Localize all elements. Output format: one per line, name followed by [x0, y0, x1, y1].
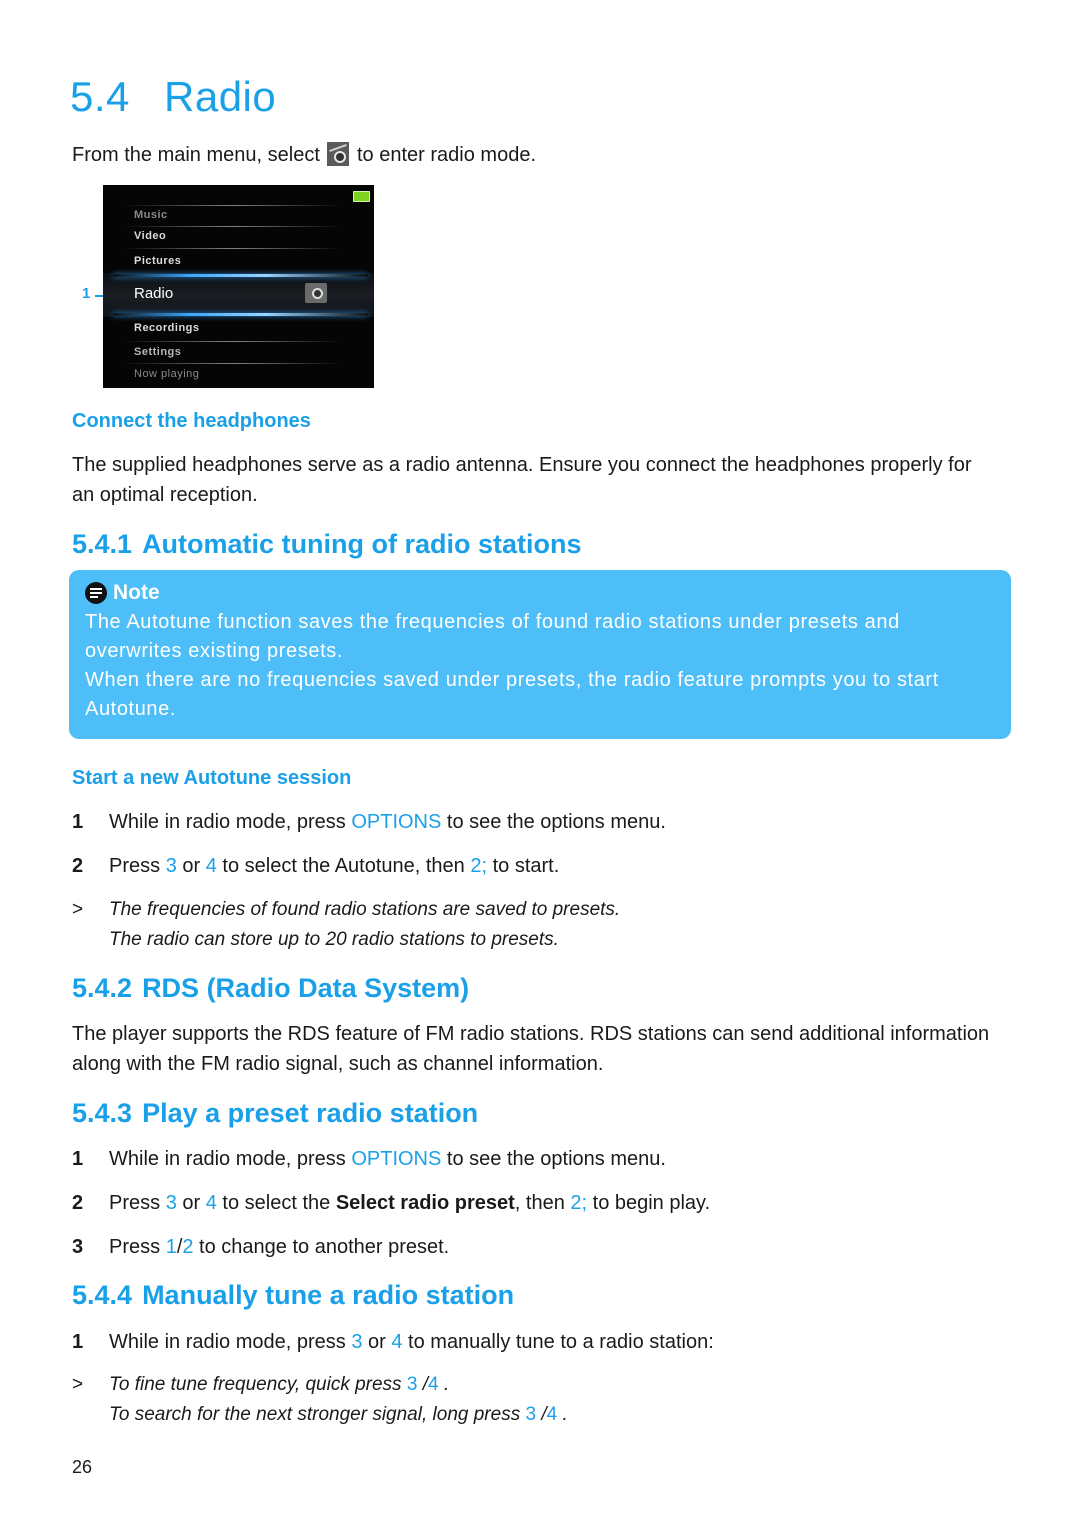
step-item: 1 While in radio mode, press OPTIONS to … — [72, 1144, 972, 1174]
next-key: 2 — [182, 1236, 194, 1258]
down-key: 4 — [205, 855, 217, 877]
step-item: 1 While in radio mode, press OPTIONS to … — [72, 807, 972, 837]
result-marker: > — [72, 1374, 84, 1395]
connect-heading: Connect the headphones — [72, 410, 311, 432]
step-number: 1 — [72, 1148, 84, 1170]
section-number: 5.4.1 — [72, 529, 133, 559]
step-result: > To fine tune frequency, quick press 3 … — [72, 1370, 972, 1430]
menu-option-name: Select radio preset — [335, 1192, 515, 1214]
result-line: The radio can store up to 20 radio stati… — [109, 929, 559, 950]
selection-glow-bottom — [113, 313, 368, 316]
down-key: 4 — [427, 1374, 439, 1395]
radio-icon — [305, 283, 327, 303]
section-number: 5.4.2 — [72, 973, 133, 1003]
menu-item-video[interactable]: Video — [134, 230, 166, 242]
step-text: While in radio mode, press OPTIONS to se… — [109, 1148, 666, 1170]
callout-number: 1 — [82, 285, 91, 302]
radio-icon — [327, 142, 350, 166]
divider — [123, 363, 343, 364]
section-number: 5.4 — [70, 73, 130, 120]
play-key: 2; — [470, 855, 488, 877]
divider — [123, 341, 343, 342]
down-key: 4 — [205, 1192, 217, 1214]
section-title: Play a preset radio station — [142, 1098, 479, 1128]
section-title: RDS (Radio Data System) — [142, 973, 470, 1003]
device-screenshot: Music Video Pictures Radio Recordings Se… — [103, 185, 374, 388]
selection-glow-top — [113, 274, 368, 277]
page-number: 26 — [72, 1457, 93, 1477]
step-number: 3 — [72, 1236, 84, 1258]
note-paragraph-1: The Autotune function saves the frequenc… — [85, 611, 900, 662]
result-line: To fine tune frequency, quick press 3 /4… — [109, 1374, 450, 1395]
menu-item-recordings[interactable]: Recordings — [134, 322, 200, 334]
up-key: 3 — [165, 855, 177, 877]
menu-item-now-playing[interactable]: Now playing — [134, 368, 199, 380]
note-title: Note — [85, 581, 160, 605]
note-title-text: Note — [113, 581, 160, 604]
play-key: 2; — [570, 1192, 588, 1214]
menu-item-settings[interactable]: Settings — [134, 346, 181, 358]
menu-item-radio[interactable]: Radio — [134, 285, 173, 302]
up-key: 3 — [351, 1331, 363, 1353]
divider — [123, 248, 343, 249]
options-key: OPTIONS — [351, 811, 442, 833]
step-text: Press 3 or 4 to select the Select radio … — [109, 1192, 711, 1214]
down-key: 4 — [546, 1404, 558, 1425]
rds-body: The player supports the RDS feature of F… — [72, 1023, 990, 1075]
section-heading-5-4-2: 5.4.2 RDS (Radio Data System) — [72, 975, 469, 1002]
result-marker: > — [72, 899, 84, 920]
section-number: 5.4.4 — [72, 1280, 133, 1310]
intro-after: to enter radio mode. — [357, 144, 536, 166]
intro-before: From the main menu, select — [72, 144, 320, 166]
step-number: 2 — [72, 1192, 84, 1214]
step-text: Press 1/2 to change to another preset. — [109, 1236, 450, 1258]
menu-item-pictures[interactable]: Pictures — [134, 255, 181, 267]
section-heading-5-4-4: 5.4.4 Manually tune a radio station — [72, 1282, 514, 1309]
step-item: 1 While in radio mode, press 3 or 4 to m… — [72, 1327, 972, 1357]
options-key: OPTIONS — [351, 1148, 442, 1170]
battery-icon — [353, 191, 370, 202]
intro-text: From the main menu, select to enter radi… — [72, 140, 536, 170]
step-item: 3 Press 1/2 to change to another preset. — [72, 1232, 972, 1262]
section-title: Radio — [164, 73, 277, 120]
section-title: Manually tune a radio station — [142, 1280, 515, 1310]
up-key: 3 — [525, 1404, 537, 1425]
section-heading-5-4-1: 5.4.1 Automatic tuning of radio stations — [72, 531, 582, 558]
step-text: While in radio mode, press OPTIONS to se… — [109, 811, 666, 833]
page-title: 5.4 Radio — [70, 76, 276, 118]
note-icon — [85, 582, 107, 604]
autotune-subheading: Start a new Autotune session — [72, 767, 352, 789]
step-number: 2 — [72, 855, 84, 877]
step-result: > The frequencies of found radio station… — [72, 895, 972, 955]
up-key: 3 — [406, 1374, 418, 1395]
down-key: 4 — [391, 1331, 403, 1353]
note-text: The Autotune function saves the frequenc… — [85, 608, 995, 724]
step-number: 1 — [72, 1331, 84, 1353]
previous-key: 1 — [165, 1236, 177, 1258]
section-title: Automatic tuning of radio stations — [142, 529, 582, 559]
result-line: The frequencies of found radio stations … — [109, 899, 621, 920]
result-line: To search for the next stronger signal, … — [109, 1404, 568, 1425]
section-number: 5.4.3 — [72, 1098, 133, 1128]
up-key: 3 — [165, 1192, 177, 1214]
step-number: 1 — [72, 811, 84, 833]
section-heading-5-4-3: 5.4.3 Play a preset radio station — [72, 1100, 478, 1127]
note-paragraph-2: When there are no frequencies saved unde… — [85, 669, 939, 720]
divider — [123, 205, 343, 206]
divider — [123, 226, 343, 227]
note-box: Note The Autotune function saves the fre… — [69, 570, 1011, 739]
step-item: 2 Press 3 or 4 to select the Select radi… — [72, 1188, 972, 1218]
step-item: 2 Press 3 or 4 to select the Autotune, t… — [72, 851, 972, 881]
menu-item-music[interactable]: Music — [134, 209, 168, 221]
step-text: While in radio mode, press 3 or 4 to man… — [109, 1331, 714, 1353]
connect-body: The supplied headphones serve as a radio… — [72, 454, 972, 506]
step-text: Press 3 or 4 to select the Autotune, the… — [109, 855, 560, 877]
